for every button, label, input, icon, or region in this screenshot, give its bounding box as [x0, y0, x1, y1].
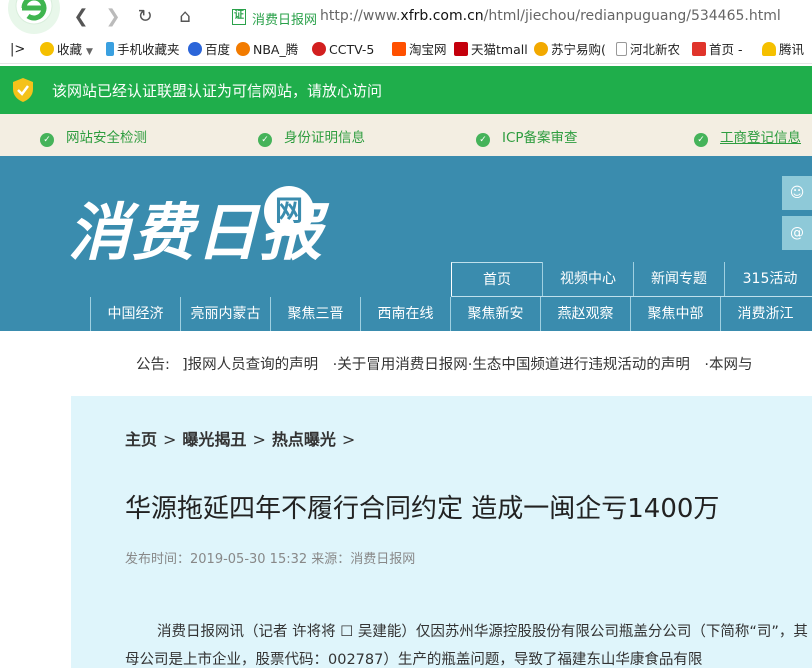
shield-check-icon — [13, 78, 33, 102]
bookmark-item[interactable]: 苏宁易购( — [534, 41, 606, 59]
breadcrumb-separator: > — [252, 430, 266, 449]
nav-video[interactable]: 视频中心 — [542, 262, 633, 296]
site-icon — [692, 42, 706, 56]
email-icon[interactable]: @ — [782, 216, 812, 250]
url-prefix: http://www. — [320, 8, 401, 24]
page-icon — [616, 42, 627, 56]
nav-inner-mongolia[interactable]: 亮丽内蒙古 — [180, 297, 270, 331]
url-domain: xfrb.com.cn — [400, 8, 484, 24]
article-container: 主页 > 曝光揭丑 > 热点曝光 > 华源拖延四年不履行合同约定 造成一闽企亏1400万 … — [71, 396, 812, 668]
forward-icon[interactable]: ❯ — [102, 6, 124, 28]
bookmark-item[interactable]: 天猫tmall — [454, 41, 528, 59]
nav-315[interactable]: 315活动 — [724, 262, 812, 296]
logo-badge: 网 — [264, 186, 314, 236]
back-icon[interactable]: ❮ — [70, 6, 92, 28]
nav-xinan[interactable]: 聚焦新安 — [450, 297, 540, 331]
check-icon: ✓ — [476, 133, 490, 147]
nav-home[interactable]: 首页 — [451, 262, 542, 296]
nav-topics[interactable]: 新闻专题 — [633, 262, 724, 296]
announcement-label: 公告: — [136, 357, 170, 373]
check-icon: ✓ — [40, 133, 54, 147]
nav-central[interactable]: 聚焦中部 — [630, 297, 720, 331]
main-nav-bottom: 中国经济 亮丽内蒙古 聚焦三晋 西南在线 聚焦新安 燕赵观察 聚焦中部 消费浙江 — [90, 297, 810, 331]
suning-icon — [534, 42, 548, 56]
verify-item-icp[interactable]: ✓ ICP备案审查 — [476, 126, 578, 147]
check-icon: ✓ — [694, 133, 708, 147]
article-title: 华源拖延四年不履行合同约定 造成一闽企亏1400万 — [125, 494, 720, 524]
verify-item-security[interactable]: ✓ 网站安全检测 — [40, 126, 147, 147]
verify-item-identity[interactable]: ✓ 身份证明信息 — [258, 126, 365, 147]
trust-banner: 该网站已经认证联盟认证为可信网站，请放心访问 — [0, 66, 812, 114]
breadcrumb-separator: > — [163, 430, 177, 449]
bookmarks-bar: |> 收藏 ▼ 手机收藏夹 百度 NBA_腾 CCTV-5 淘宝网 天猫tmal… — [0, 36, 812, 64]
taobao-icon — [392, 42, 406, 56]
browser-logo-icon[interactable] — [8, 0, 60, 34]
bookmark-item[interactable]: 河北新农 — [616, 41, 680, 59]
bookmark-item[interactable]: CCTV-5 — [312, 41, 374, 59]
trust-banner-text: 该网站已经认证联盟认证为可信网站，请放心访问 — [52, 82, 383, 100]
browser-toolbar: ❮ ❯ ↻ ⌂ 证 消费日报网 http://www.xfrb.com.cn/h… — [0, 0, 812, 36]
address-bar[interactable]: http://www.xfrb.com.cn/html/jiechou/redi… — [320, 8, 781, 24]
bookmark-item[interactable]: 淘宝网 — [392, 41, 447, 59]
nav-china-economy[interactable]: 中国经济 — [90, 297, 180, 331]
cctv-icon — [312, 42, 326, 56]
breadcrumb: 主页 > 曝光揭丑 > 热点曝光 > — [125, 426, 361, 450]
announcement-text[interactable]: ]报网人员查询的声明 ·关于冒用消费日报网·生态中国频道进行违规活动的声明 ·本… — [182, 353, 752, 374]
nav-yanzhao[interactable]: 燕赵观察 — [540, 297, 630, 331]
bookmark-item[interactable]: 腾讯 — [762, 41, 804, 59]
article-paragraph: 消费日报网讯（记者 许将将 ☐ 吴建能）仅因苏州华源控股股份有限公司瓶盖分公司（… — [125, 624, 808, 668]
url-site-name[interactable]: 消费日报网 — [252, 9, 317, 28]
bookmark-item[interactable]: 收藏 ▼ — [40, 41, 93, 59]
verify-item-business[interactable]: ✓ 工商登记信息 — [694, 126, 801, 147]
breadcrumb-hot[interactable]: 热点曝光 — [272, 430, 336, 449]
nba-icon — [236, 42, 250, 56]
bookmark-item[interactable]: 百度 — [188, 41, 230, 59]
nav-southwest[interactable]: 西南在线 — [360, 297, 450, 331]
main-nav-top: 首页 视频中心 新闻专题 315活动 — [451, 262, 812, 296]
star-icon — [40, 42, 54, 56]
bell-icon — [762, 42, 776, 56]
nav-sanjin[interactable]: 聚焦三晋 — [270, 297, 360, 331]
announcement-bar: 公告: ]报网人员查询的声明 ·关于冒用消费日报网·生态中国频道进行违规活动的声… — [0, 350, 812, 374]
check-icon: ✓ — [258, 133, 272, 147]
url-path: /html/jiechou/redianpuguang/534465.html — [483, 8, 781, 24]
verification-bar: ✓ 网站安全检测 ✓ 身份证明信息 ✓ ICP备案审查 ✓ 工商登记信息 — [0, 114, 812, 156]
phone-icon — [106, 42, 114, 56]
bookmarks-toggle-icon[interactable]: |> — [10, 41, 25, 59]
user-icon[interactable]: ☺ — [782, 176, 812, 210]
breadcrumb-separator: > — [341, 430, 356, 449]
reload-icon[interactable]: ↻ — [134, 6, 156, 28]
bookmark-item[interactable]: NBA_腾 — [236, 41, 298, 59]
breadcrumb-exposure[interactable]: 曝光揭丑 — [182, 430, 246, 449]
article-meta: 发布时间：2019-05-30 15:32 来源：消费日报网 — [125, 552, 416, 567]
breadcrumb-home[interactable]: 主页 — [125, 430, 157, 449]
bookmark-item[interactable]: 手机收藏夹 — [106, 41, 180, 59]
tmall-icon — [454, 42, 468, 56]
home-icon[interactable]: ⌂ — [174, 6, 196, 28]
chevron-down-icon: ▼ — [86, 47, 93, 57]
certified-badge-icon: 证 — [232, 9, 246, 25]
site-header: 消费日报 网 ☺ @ 首页 视频中心 新闻专题 315活动 中国经济 亮丽内蒙古… — [0, 156, 812, 331]
baidu-icon — [188, 42, 202, 56]
bookmark-item[interactable]: 首页 - — [692, 41, 742, 59]
nav-zhejiang[interactable]: 消费浙江 — [720, 297, 810, 331]
